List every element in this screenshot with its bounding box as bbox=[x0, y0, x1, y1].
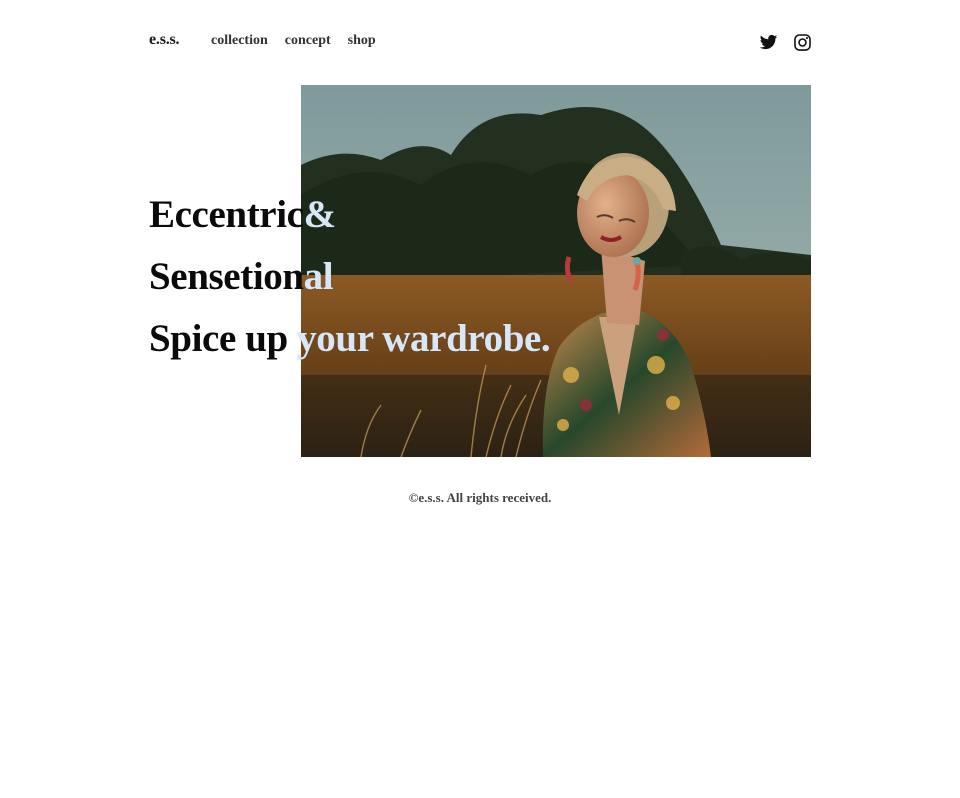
headline-char: e bbox=[170, 255, 188, 298]
headline-char: n bbox=[225, 193, 247, 236]
headline-char: i bbox=[252, 255, 264, 298]
social-links bbox=[759, 33, 812, 52]
nav-collection[interactable]: collection bbox=[211, 33, 268, 49]
headline-char: p bbox=[266, 317, 289, 360]
headline-char: e bbox=[223, 255, 241, 298]
headline-char: r bbox=[259, 193, 277, 236]
headline-char: w bbox=[382, 317, 411, 360]
headline-char: . bbox=[540, 317, 551, 360]
headline-char: l bbox=[322, 255, 334, 298]
headline-char: a bbox=[410, 317, 430, 360]
headline-char: i bbox=[191, 317, 203, 360]
headline-char: p bbox=[170, 317, 192, 360]
nav-shop[interactable]: shop bbox=[348, 33, 376, 49]
twitter-icon[interactable] bbox=[759, 33, 778, 52]
footer-copyright: ©e.s.s. All rights received. bbox=[408, 490, 552, 505]
headline-char: t bbox=[246, 193, 260, 236]
headline-char: c bbox=[191, 193, 209, 236]
headline-char: c bbox=[202, 317, 219, 360]
headline-char: s bbox=[208, 255, 224, 298]
headline-char: E bbox=[149, 193, 175, 236]
instagram-icon[interactable] bbox=[793, 33, 812, 52]
headline-char: i bbox=[276, 193, 287, 236]
site-logo[interactable]: e.s.s. bbox=[149, 31, 180, 49]
headline-char: S bbox=[149, 317, 171, 360]
headline-char: a bbox=[303, 255, 324, 298]
headline-char: o bbox=[483, 317, 504, 360]
headline-char: e bbox=[524, 317, 541, 360]
headline-char bbox=[288, 317, 297, 360]
headline-char: d bbox=[446, 317, 468, 360]
hero-headline: Eccentric& Sensetional Spice up your war… bbox=[149, 184, 551, 370]
headline-char: t bbox=[240, 255, 253, 298]
headline-char: n bbox=[282, 255, 304, 298]
headline-char: r bbox=[467, 317, 484, 360]
headline-char: u bbox=[245, 317, 267, 360]
headline-char: o bbox=[263, 255, 283, 298]
main-nav: collection concept shop bbox=[211, 33, 376, 49]
headline-char: r bbox=[356, 317, 374, 360]
headline-char: e bbox=[208, 193, 226, 236]
headline-char: c bbox=[174, 193, 192, 236]
headline-char: e bbox=[218, 317, 236, 360]
headline-char: & bbox=[303, 193, 336, 236]
headline-char: c bbox=[286, 193, 304, 236]
headline-char: o bbox=[316, 317, 336, 360]
headline-char: S bbox=[149, 255, 171, 298]
headline-char: b bbox=[502, 317, 525, 360]
nav-concept[interactable]: concept bbox=[285, 33, 331, 49]
headline-char bbox=[373, 317, 382, 360]
headline-char: r bbox=[429, 317, 447, 360]
headline-line: Sensetional bbox=[149, 246, 550, 308]
headline-line: Eccentric& bbox=[149, 184, 550, 246]
headline-line: Spice up your wardrobe. bbox=[149, 308, 551, 370]
headline-char: u bbox=[335, 317, 357, 360]
headline-char: n bbox=[187, 255, 209, 298]
headline-char: y bbox=[297, 317, 317, 360]
headline-char bbox=[236, 317, 245, 360]
